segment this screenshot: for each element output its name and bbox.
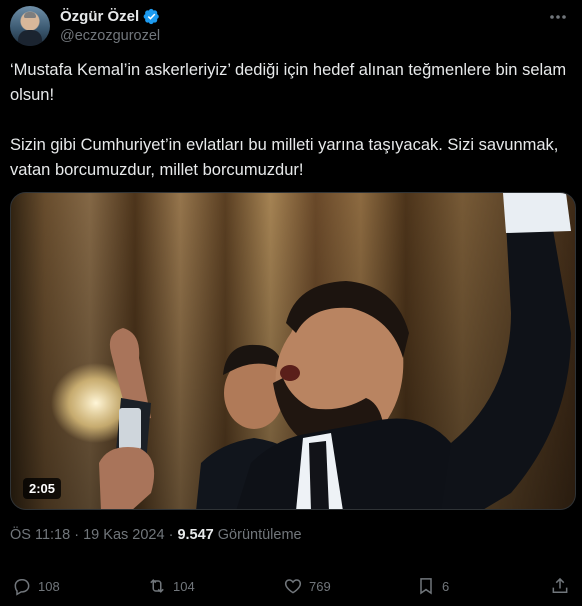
views-label: Görüntüleme: [217, 527, 302, 543]
meta-separator-2: ·: [168, 527, 174, 543]
verified-badge-icon: [143, 8, 159, 25]
bookmark-count: 6: [442, 578, 450, 594]
tweet-meta: ÖS 11:18 · 19 Kas 2024 · 9.547 Görüntüle…: [10, 527, 302, 543]
heart-icon: [284, 579, 302, 594]
bookmark-icon: [420, 578, 432, 595]
repost-button[interactable]: 104: [147, 576, 195, 596]
repost-count: 104: [173, 578, 195, 594]
author-name-row: Özgür Özel: [60, 8, 160, 25]
views-count: 9.547: [177, 527, 214, 543]
share-icon: [552, 577, 568, 593]
like-count: 769: [309, 578, 331, 594]
reply-count: 108: [38, 578, 60, 594]
tweet-header: Özgür Özel @eczozgurozel: [10, 6, 572, 46]
avatar-suit: [18, 30, 42, 46]
share-button[interactable]: [550, 576, 570, 596]
meta-separator: ·: [74, 527, 80, 543]
video-duration-badge: 2:05: [23, 478, 62, 499]
author-name[interactable]: Özgür Özel: [60, 8, 139, 25]
tweet-actions: 108 104 769 6: [12, 576, 572, 598]
like-button[interactable]: 769: [283, 576, 331, 596]
more-horizontal-icon[interactable]: [546, 8, 570, 26]
tweet-time[interactable]: ÖS 11:18: [10, 527, 70, 543]
reply-icon: [14, 579, 30, 596]
tweet-date[interactable]: 19 Kas 2024: [83, 527, 164, 543]
repost-icon: [150, 579, 164, 593]
reply-button[interactable]: 108: [12, 576, 60, 596]
video-thumbnail: [11, 193, 575, 509]
avatar-hair: [24, 12, 36, 18]
bookmark-button[interactable]: 6: [416, 576, 449, 596]
author-handle[interactable]: @eczozgurozel: [60, 28, 160, 44]
tweet-text: ‘Mustafa Kemal’in askerleriyiz’ dediği i…: [10, 61, 567, 179]
avatar[interactable]: [10, 6, 50, 46]
video-player[interactable]: 2:05: [10, 192, 576, 510]
